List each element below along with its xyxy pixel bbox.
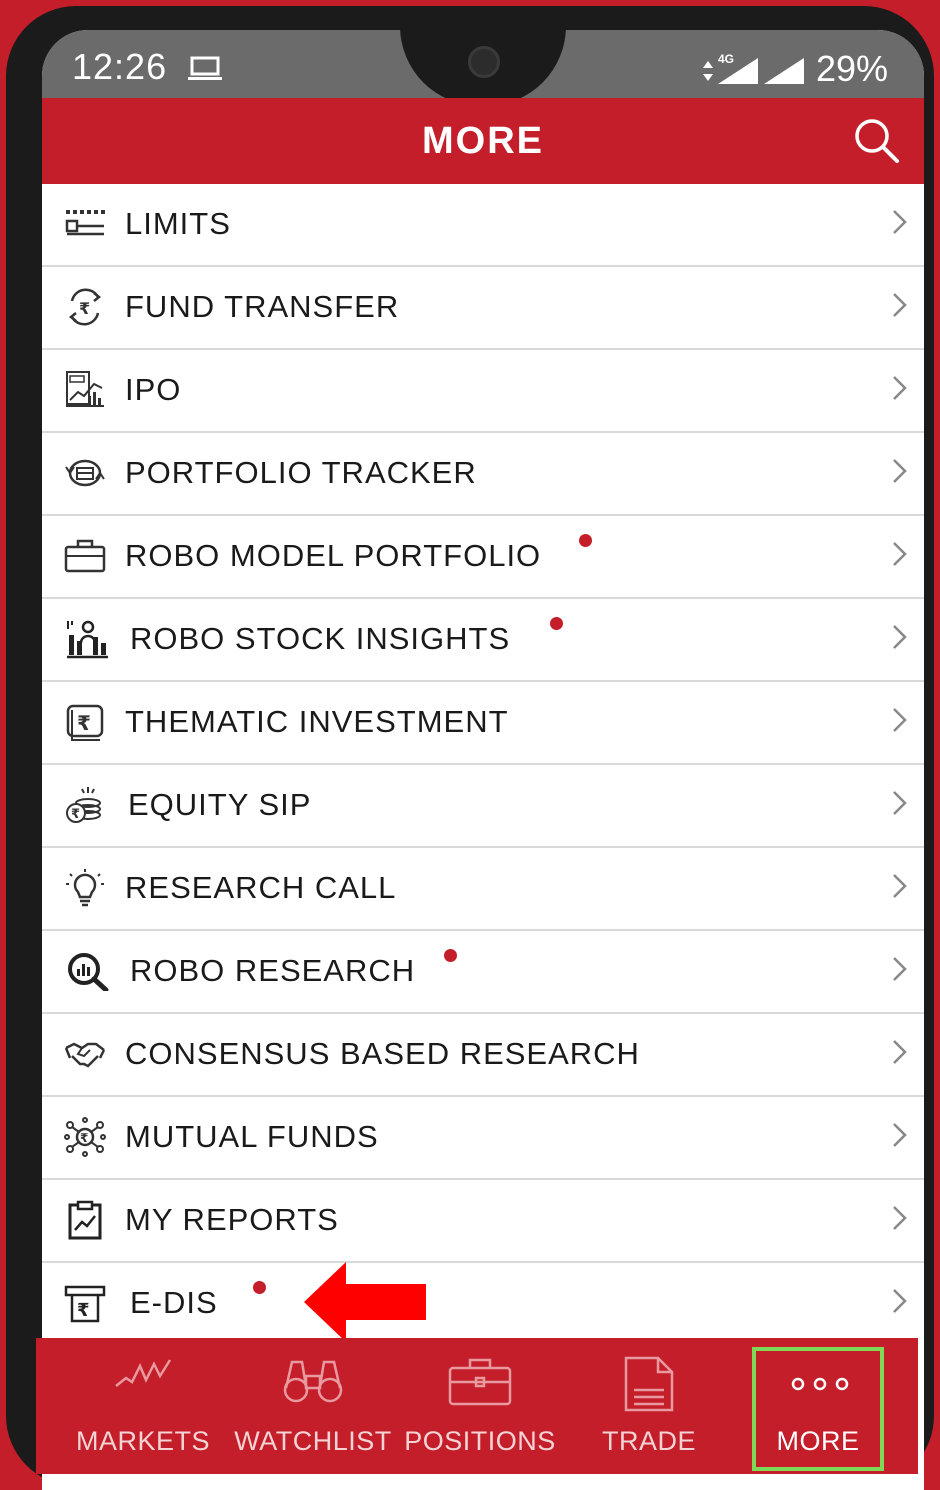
svg-text:₹: ₹ xyxy=(77,1300,90,1321)
front-camera xyxy=(468,46,500,78)
annotation-highlight-box xyxy=(752,1347,884,1471)
chevron-right-icon xyxy=(893,459,907,483)
chevron-right-icon xyxy=(893,210,907,234)
menu-item-label: CONSENSUS BASED RESEARCH xyxy=(125,1036,640,1071)
menu-item-label: ROBO MODEL PORTFOLIO xyxy=(125,538,542,573)
menu-item-label: ROBO RESEARCH xyxy=(130,953,416,988)
search-icon[interactable] xyxy=(852,116,902,166)
laptop-icon xyxy=(188,56,222,80)
network-gear-icon: ₹ xyxy=(64,1117,106,1157)
markets-line-icon xyxy=(115,1359,172,1387)
menu-item-label: EQUITY SIP xyxy=(128,787,312,822)
data-arrows-icon xyxy=(703,61,713,81)
svg-text:₹: ₹ xyxy=(71,807,80,822)
menu-item-robo-research[interactable]: ROBO RESEARCH xyxy=(42,931,924,1014)
chevron-right-icon xyxy=(893,791,907,815)
signal-icon xyxy=(764,58,804,84)
menu-item-label: FUND TRANSFER xyxy=(125,289,400,324)
menu-item-label: THEMATIC INVESTMENT xyxy=(125,704,509,739)
network-label: 4G xyxy=(718,52,735,66)
chevron-right-icon xyxy=(893,1040,907,1064)
menu-item-label: E-DIS xyxy=(130,1285,218,1320)
menu-item-limits[interactable]: LIMITS xyxy=(42,184,924,267)
chevron-right-icon xyxy=(893,1289,907,1313)
svg-text:₹: ₹ xyxy=(79,299,90,318)
stock-insights-icon xyxy=(67,620,108,659)
battery-level: 29% xyxy=(816,48,889,89)
nav-item-watchlist[interactable]: WATCHLIST xyxy=(230,1338,396,1474)
camera-notch xyxy=(400,30,566,106)
menu-item-robo-model-portfolio[interactable]: ROBO MODEL PORTFOLIO xyxy=(42,516,924,599)
chevron-right-icon xyxy=(893,874,907,898)
svg-text:₹: ₹ xyxy=(80,1131,88,1145)
portfolio-tracker-icon xyxy=(65,459,105,487)
screen: 12:26 4G 29% MORE LIMITS ₹ FUND TRANSFER… xyxy=(42,30,924,1490)
nav-label: POSITIONS xyxy=(404,1426,556,1456)
nav-item-positions[interactable]: POSITIONS xyxy=(402,1338,558,1474)
fund-transfer-icon: ₹ xyxy=(68,288,102,326)
briefcase-icon xyxy=(448,1358,512,1406)
chevron-right-icon xyxy=(893,1206,907,1230)
coins-icon: ₹ xyxy=(66,787,101,823)
menu-item-equity-sip[interactable]: ₹ EQUITY SIP xyxy=(42,765,924,848)
menu-item-label: MY REPORTS xyxy=(125,1202,339,1237)
menu-item-portfolio-tracker[interactable]: PORTFOLIO TRACKER xyxy=(42,433,924,516)
menu-item-label: IPO xyxy=(125,372,182,407)
chevron-right-icon xyxy=(893,293,907,317)
new-badge-dot xyxy=(253,1281,266,1294)
nav-item-trade[interactable]: TRADE xyxy=(586,1338,712,1474)
rupee-note-icon: ₹ xyxy=(66,704,104,741)
status-time: 12:26 xyxy=(72,46,168,87)
page-title: MORE xyxy=(422,120,544,162)
menu-item-robo-stock-insights[interactable]: ROBO STOCK INSIGHTS xyxy=(42,599,924,682)
chevron-right-icon xyxy=(893,957,907,981)
handshake-icon xyxy=(64,1042,106,1068)
nav-label: TRADE xyxy=(601,1426,696,1456)
chevron-right-icon xyxy=(893,625,907,649)
svg-text:₹: ₹ xyxy=(77,711,91,735)
chevron-right-icon xyxy=(893,1123,907,1147)
menu-item-research-call[interactable]: RESEARCH CALL xyxy=(42,848,924,931)
menu-item-label: MUTUAL FUNDS xyxy=(125,1119,379,1154)
chevron-right-icon xyxy=(893,708,907,732)
menu-item-consensus-based-research[interactable]: CONSENSUS BASED RESEARCH xyxy=(42,1014,924,1097)
document-icon xyxy=(624,1356,674,1412)
rupee-receipt-icon: ₹ xyxy=(64,1285,106,1323)
nav-label: WATCHLIST xyxy=(234,1426,392,1456)
menu-item-label: ROBO STOCK INSIGHTS xyxy=(130,621,511,656)
status-bar: 12:26 4G 29% xyxy=(42,30,924,106)
nav-item-markets[interactable]: MARKETS xyxy=(70,1338,216,1474)
menu-item-thematic-investment[interactable]: ₹ THEMATIC INVESTMENT xyxy=(42,682,924,765)
menu-item-ipo[interactable]: IPO xyxy=(42,350,924,433)
chevron-right-icon xyxy=(893,376,907,400)
menu-item-label: RESEARCH CALL xyxy=(125,870,397,905)
new-badge-dot xyxy=(550,617,563,630)
menu-item-fund-transfer[interactable]: ₹ FUND TRANSFER xyxy=(42,267,924,350)
new-badge-dot xyxy=(579,534,592,547)
lightbulb-icon xyxy=(66,869,104,907)
briefcase-icon xyxy=(64,539,106,573)
menu-item-my-reports[interactable]: MY REPORTS xyxy=(42,1180,924,1263)
app-header: MORE xyxy=(42,98,924,184)
new-badge-dot xyxy=(444,949,457,962)
clipboard-chart-icon xyxy=(68,1200,102,1240)
nav-label: MARKETS xyxy=(75,1426,211,1456)
phone-frame: 12:26 4G 29% MORE LIMITS ₹ FUND TRANSFER… xyxy=(6,6,934,1490)
menu-item-mutual-funds[interactable]: ₹ MUTUAL FUNDS xyxy=(42,1097,924,1180)
menu-item-label: LIMITS xyxy=(125,206,231,241)
ipo-icon xyxy=(66,371,104,407)
binoculars-icon xyxy=(283,1360,343,1403)
chevron-right-icon xyxy=(893,542,907,566)
annotation-arrow-icon xyxy=(304,1262,426,1342)
menu-item-e-dis[interactable]: ₹ E-DIS xyxy=(42,1263,924,1344)
magnifier-chart-icon xyxy=(68,953,109,991)
limits-icon xyxy=(65,210,105,236)
more-menu-list: LIMITS ₹ FUND TRANSFER IPO PORTFOLIO TRA… xyxy=(42,184,924,1344)
menu-item-label: PORTFOLIO TRACKER xyxy=(125,455,477,490)
